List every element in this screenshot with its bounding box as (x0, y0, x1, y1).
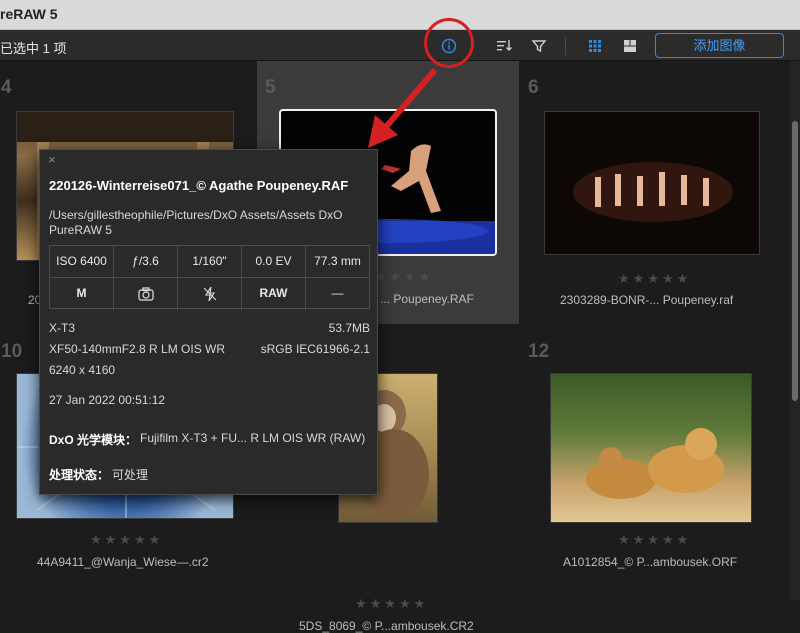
processing-status-value: 可处理 (112, 468, 149, 482)
file-name: A1012854_© P...ambousek.ORF (563, 555, 738, 569)
star-rating[interactable]: ★★★★★ (355, 596, 428, 612)
filter-icon[interactable] (529, 36, 549, 56)
popup-file-path: /Users/gillestheophile/Pictures/DxO Asse… (49, 208, 343, 237)
selection-count: 已选中 1 项 (0, 41, 67, 56)
star-rating[interactable]: ★★★★★ (618, 532, 691, 548)
cell-number: 4 (1, 77, 12, 98)
sort-icon[interactable] (494, 36, 514, 56)
cell-number: 6 (528, 77, 539, 98)
cell-number: 10 (1, 341, 23, 362)
exif-grid: ISO 6400 ƒ/3.6 1/160" 0.0 EV 77.3 mm M R… (49, 245, 370, 310)
file-name: 2303289-BONR-... Poupeney.raf (560, 293, 734, 307)
file-name: 5DS_8069_© P...ambousek.CR2 (299, 619, 474, 633)
toolbar: 已选中 1 项 添加图像 (0, 30, 800, 61)
toolbar-divider (565, 37, 566, 55)
exif-exposure-compensation: 0.0 EV (242, 246, 306, 278)
file-name: 44A9411_@Wanja_Wiese—.cr2 (37, 555, 209, 569)
exif-iso: ISO 6400 (50, 246, 114, 278)
grid-view-icon[interactable] (585, 36, 605, 56)
exif-camera-cell (114, 278, 178, 310)
file-size: 53.7MB (328, 321, 370, 335)
exif-aperture: ƒ/3.6 (114, 246, 178, 278)
exif-focal-length: 77.3 mm (306, 246, 369, 278)
color-space: sRGB IEC61966-2.1 (260, 342, 370, 356)
exif-shutter: 1/160" (178, 246, 242, 278)
image-thumbnail[interactable] (544, 111, 760, 255)
cell-number: 12 (528, 341, 550, 362)
exif-empty: — (331, 286, 344, 300)
compare-view-icon[interactable] (620, 36, 640, 56)
add-images-button[interactable]: 添加图像 (655, 33, 784, 58)
file-name: ... Poupeney.RAF (380, 292, 474, 306)
optics-module-value: Fujifilm X-T3 + FU... R LM OIS WR (RAW) (140, 431, 366, 445)
optics-module-label: DxO 光学模块： (49, 433, 138, 447)
image-info-popup: × 220126-Winterreise071_© Agathe Poupene… (39, 149, 378, 495)
camera-icon (137, 287, 154, 301)
star-rating[interactable]: ★★★★★ (618, 271, 691, 287)
image-thumbnail[interactable] (550, 373, 752, 523)
thumbnail-picture (586, 428, 724, 499)
flash-off-icon (203, 286, 216, 302)
vertical-scrollbar[interactable] (790, 61, 800, 600)
image-dimensions: 6240 x 4160 (49, 363, 116, 377)
cell-number: 5 (265, 77, 276, 98)
exif-exposure-mode: M (50, 278, 114, 310)
processing-status-label: 处理状态： (49, 468, 110, 482)
lens-model: XF50-140mmF2.8 R LM OIS WR (49, 342, 226, 356)
thumbnail-picture (573, 162, 733, 222)
capture-date: 27 Jan 2022 00:51:12 (49, 393, 166, 407)
grid-cell[interactable]: 12 ★★★★★ A1012854_© P...ambousek.ORF (520, 331, 782, 594)
exif-file-format: RAW (242, 278, 306, 310)
window-title: reRAW 5 (0, 6, 58, 22)
annotation-arrow (368, 68, 438, 148)
popup-file-title: 220126-Winterreise071_© Agathe Poupeney.… (49, 178, 349, 193)
close-icon[interactable]: × (48, 152, 56, 167)
grid-cell[interactable]: 6 ★★★★★ 2303289-BONR-... Poupeney.raf (520, 61, 782, 324)
star-rating[interactable]: ★★★★★ (90, 532, 163, 548)
exif-flash-cell (178, 278, 242, 310)
scrollbar-thumb[interactable] (792, 121, 798, 401)
camera-model: X-T3 (49, 321, 76, 335)
title-bar: reRAW 5 (0, 0, 800, 30)
